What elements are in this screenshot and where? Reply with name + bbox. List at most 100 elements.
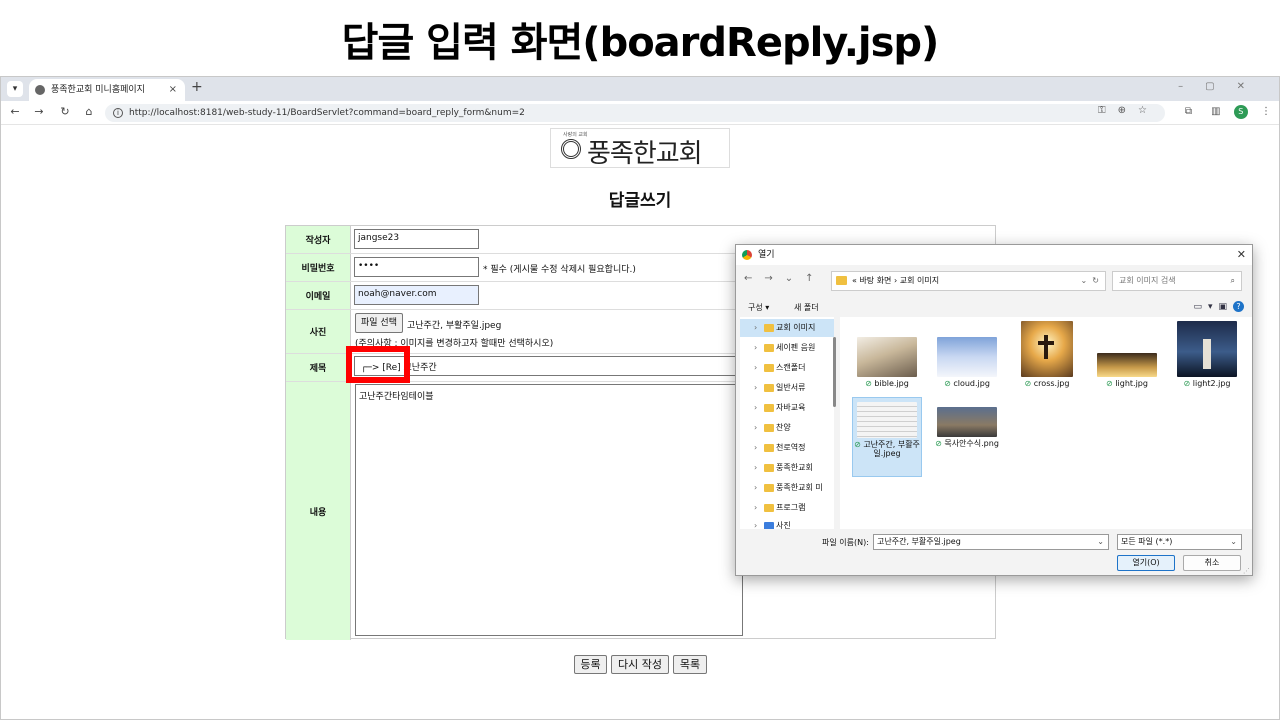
cancel-button[interactable]: 취소 — [1183, 555, 1241, 571]
folder-icon — [764, 344, 774, 352]
resize-grip-icon[interactable]: ⋰ — [1243, 567, 1250, 575]
dialog-back-icon[interactable]: ← — [744, 273, 764, 284]
chevron-right-icon: › — [754, 443, 758, 452]
new-folder-button[interactable]: 새 폴더 — [794, 302, 819, 313]
dialog-forward-icon[interactable]: → — [764, 273, 784, 284]
tree-item[interactable]: › 세이펜 음원 — [740, 339, 834, 357]
globe-icon — [35, 85, 45, 95]
writer-label: 작성자 — [286, 226, 351, 253]
file-item[interactable]: ⊘ cloud.jpg — [932, 337, 1002, 417]
file-item[interactable]: ⊘ light2.jpg — [1172, 321, 1242, 401]
open-button[interactable]: 열기(O) — [1117, 555, 1175, 571]
dialog-recent-icon[interactable]: ⌄ — [785, 273, 805, 284]
chevron-right-icon: › — [754, 483, 758, 492]
back-icon[interactable]: ← — [7, 105, 23, 118]
file-item-selected[interactable]: ⊘ 고난주간, 부활주일.jpeg — [852, 397, 922, 477]
title-input[interactable]: ┌─> [Re] 고난주간 — [354, 356, 742, 376]
dialog-footer: 파일 이름(N): 고난주간, 부활주일.jpeg ⌄ 모든 파일 (*.*) ⌄ … — [736, 529, 1252, 577]
email-input[interactable]: noah@naver.com — [354, 285, 479, 305]
profile-avatar[interactable]: S — [1233, 105, 1248, 119]
folder-icon — [764, 464, 774, 472]
address-bar[interactable]: i http://localhost:8181/web-study-11/Boa… — [105, 104, 1165, 122]
submit-button[interactable]: 등록 — [574, 655, 607, 674]
logo-small-text: 사랑의 교회 — [563, 132, 588, 138]
tab-close-icon[interactable]: × — [169, 79, 177, 101]
lighthouse-icon — [1203, 339, 1211, 369]
bookmark-star-icon[interactable]: ☆ — [1138, 105, 1159, 116]
tree-item[interactable]: › 천로역정 — [740, 439, 834, 457]
writer-input[interactable]: jangse23 — [354, 229, 479, 249]
extensions-icon[interactable]: ⧉ — [1185, 106, 1192, 117]
preview-pane-icon[interactable]: ▣ — [1218, 302, 1233, 312]
file-item[interactable]: ⊘ light.jpg — [1092, 353, 1162, 401]
folder-tree: › 교회 이미지 › 세이펜 음원 › 스캔폴더 › 일반서류 › 자바교육 › 찬양 › 천… — [740, 317, 834, 529]
tree-item[interactable]: › 일반서류 — [740, 379, 834, 397]
file-type-select[interactable]: 모든 파일 (*.*) ⌄ — [1117, 534, 1242, 550]
window-controls[interactable]: –▢✕ — [1178, 81, 1267, 92]
password-label: 비밀번호 — [286, 254, 351, 281]
tab-bar: ▾ 풍족한교회 미니홈페이지 × + –▢✕ — [1, 77, 1279, 101]
chevron-right-icon: › — [754, 423, 758, 432]
tree-item[interactable]: › 자바교육 — [740, 399, 834, 417]
password-input[interactable]: •••• — [354, 257, 479, 277]
reset-button[interactable]: 다시 작성 — [611, 655, 669, 674]
selected-file-name: 고난주간, 부활주일.jpeg — [407, 321, 502, 331]
logo-name: 풍족한교회 — [587, 139, 703, 169]
zoom-icon[interactable]: ⊕ — [1118, 105, 1138, 116]
browser-toolbar: ← → ↻ ⌂ i http://localhost:8181/web-stud… — [1, 101, 1279, 125]
new-tab-button[interactable]: + — [191, 79, 203, 95]
tree-item[interactable]: › 찬양 — [740, 419, 834, 437]
content-textarea[interactable]: 고난주간타임테이블 — [355, 384, 743, 636]
cross-icon — [1044, 335, 1048, 359]
slide-title: 답글 입력 화면(boardReply.jsp) — [341, 20, 940, 66]
sync-ok-icon: ⊘ — [935, 439, 945, 448]
dialog-titlebar: 열기 ✕ — [736, 245, 1252, 265]
tab-search-icon[interactable]: ▾ — [7, 81, 23, 97]
filename-label: 파일 이름(N): — [822, 538, 869, 547]
folder-icon — [764, 444, 774, 452]
dialog-search-input[interactable]: 교회 이미지 검색 ⌕ — [1112, 271, 1242, 291]
side-panel-icon[interactable]: ▥ — [1211, 106, 1220, 117]
tree-scrollbar[interactable] — [833, 337, 836, 407]
filename-value: 고난주간, 부활주일.jpeg — [877, 537, 961, 546]
list-button[interactable]: 목록 — [673, 655, 707, 674]
chevron-down-icon[interactable]: ⌄ — [1230, 535, 1237, 549]
view-mode-icon[interactable]: ▭▾ — [1193, 302, 1218, 312]
folder-icon — [764, 424, 774, 432]
tree-item[interactable]: › 풍족한교회 미 — [740, 479, 834, 497]
file-item[interactable]: ⊘ 목사안수식.png — [932, 407, 1002, 477]
help-icon[interactable]: ? — [1233, 301, 1244, 312]
pictures-folder-icon — [764, 522, 774, 529]
address-refresh-icon[interactable]: ⌄ ↻ — [1081, 272, 1100, 290]
site-info-icon[interactable]: i — [113, 108, 123, 118]
dialog-search-placeholder: 교회 이미지 검색 — [1119, 276, 1176, 285]
reload-icon[interactable]: ↻ — [57, 105, 73, 118]
light-thumbnail — [1097, 353, 1157, 377]
cloud-thumbnail — [937, 337, 997, 377]
organize-button[interactable]: 구성 ▾ — [748, 302, 769, 313]
church-logo: 사랑의 교회 풍족한교회 — [550, 128, 730, 169]
forward-icon[interactable]: → — [31, 105, 47, 118]
chevron-down-icon[interactable]: ⌄ — [1097, 535, 1104, 549]
key-icon[interactable]: ⚿ — [1098, 105, 1118, 116]
home-icon[interactable]: ⌂ — [81, 105, 97, 118]
dialog-close-icon[interactable]: ✕ — [1237, 245, 1246, 265]
file-select-button[interactable]: 파일 선택 — [355, 313, 403, 333]
browser-tab[interactable]: 풍족한교회 미니홈페이지 × — [29, 79, 185, 101]
password-hint: * 필수 (게시물 수정 삭제시 필요합니다.) — [483, 265, 636, 275]
url-text: http://localhost:8181/web-study-11/Board… — [129, 108, 525, 118]
menu-dots-icon[interactable]: ⋮ — [1261, 106, 1271, 117]
chevron-right-icon: › — [754, 323, 758, 332]
filename-input[interactable]: 고난주간, 부활주일.jpeg ⌄ — [873, 534, 1109, 550]
tree-item[interactable]: › 프로그램 — [740, 499, 834, 517]
lighthouse-thumbnail — [1177, 321, 1237, 377]
tree-item[interactable]: › 풍족한교회 — [740, 459, 834, 477]
content-label: 내용 — [286, 382, 351, 640]
dialog-up-icon[interactable]: ↑ — [805, 273, 825, 284]
tree-item[interactable]: › 사진 — [740, 517, 834, 529]
file-item[interactable]: ⊘ cross.jpg — [1012, 321, 1082, 401]
tree-item[interactable]: › 교회 이미지 — [740, 319, 834, 337]
dialog-address-bar[interactable]: « 바탕 화면 › 교회 이미지 ⌄ ↻ — [831, 271, 1106, 291]
tree-item[interactable]: › 스캔폴더 — [740, 359, 834, 377]
chevron-right-icon: › — [754, 383, 758, 392]
